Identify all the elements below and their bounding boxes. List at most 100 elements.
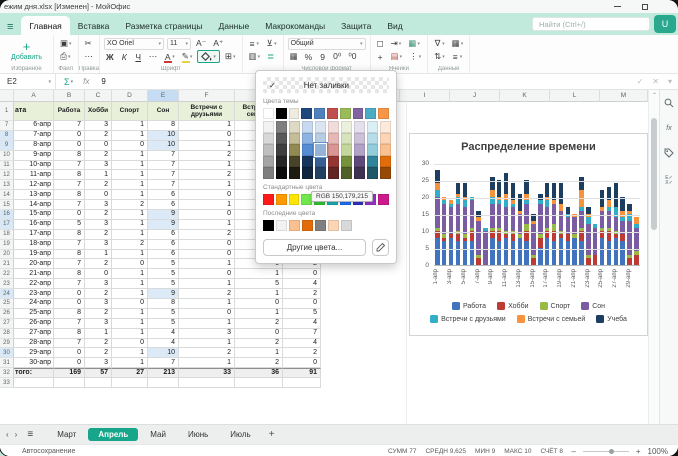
table-cell[interactable]: 23-апр bbox=[14, 289, 54, 299]
currency-format-button[interactable]: ▦ bbox=[288, 51, 300, 63]
theme-tint-swatch[interactable] bbox=[328, 156, 339, 168]
theme-tint-swatch[interactable] bbox=[302, 156, 313, 168]
table-cell[interactable]: 9 bbox=[148, 289, 179, 299]
theme-tint-swatch[interactable] bbox=[315, 121, 326, 133]
theme-color-swatch[interactable] bbox=[314, 108, 325, 119]
table-cell[interactable]: 1 bbox=[179, 259, 235, 269]
no-fill-option[interactable]: ✓ Нет заливки bbox=[263, 77, 389, 93]
table-cell[interactable]: 169 bbox=[54, 368, 85, 378]
table-cell[interactable]: 0 bbox=[283, 269, 321, 279]
table-cell[interactable]: 0 bbox=[283, 358, 321, 368]
font-family-select[interactable]: XO Oriel▾ bbox=[104, 38, 164, 50]
table-cell[interactable]: 0 bbox=[54, 289, 85, 299]
table-cell[interactable]: 1 bbox=[179, 339, 235, 349]
sheet-tab[interactable]: Май bbox=[140, 428, 176, 441]
menu-tab[interactable]: Данные bbox=[211, 17, 258, 35]
table-cell[interactable]: 29-апр bbox=[14, 348, 54, 358]
table-cell[interactable]: 8 bbox=[54, 250, 85, 260]
table-cell[interactable]: 1 bbox=[112, 348, 148, 358]
table-cell[interactable]: 1 bbox=[179, 161, 235, 171]
theme-tint-swatch[interactable] bbox=[276, 167, 287, 179]
table-cell[interactable]: 25-апр bbox=[14, 309, 54, 319]
column-header-M[interactable]: M bbox=[600, 90, 648, 102]
table-cell[interactable]: 213 bbox=[148, 368, 179, 378]
table-cell[interactable] bbox=[85, 378, 112, 388]
row-header-24[interactable]: 24 bbox=[0, 289, 14, 299]
row-header-14[interactable]: 14 bbox=[0, 190, 14, 200]
table-cell[interactable]: 3 bbox=[85, 358, 112, 368]
table-cell[interactable]: 5 bbox=[235, 279, 283, 289]
table-cell[interactable]: 15-апр bbox=[14, 210, 54, 220]
theme-color-swatch[interactable] bbox=[289, 108, 300, 119]
table-cell[interactable]: 2 bbox=[112, 240, 148, 250]
table-cell[interactable]: 2 bbox=[85, 348, 112, 358]
table-cell[interactable]: 1 bbox=[112, 319, 148, 329]
theme-tint-swatch[interactable] bbox=[367, 156, 378, 168]
theme-tint-swatch[interactable] bbox=[289, 167, 300, 179]
menu-tab[interactable]: Разметка страницы bbox=[117, 17, 210, 35]
table-cell[interactable]: 0 bbox=[54, 131, 85, 141]
table-cell[interactable]: 2 bbox=[179, 230, 235, 240]
table-cell[interactable]: 0 bbox=[85, 141, 112, 151]
table-cell[interactable]: 8 bbox=[54, 190, 85, 200]
recent-color-swatch[interactable] bbox=[328, 220, 339, 231]
table-cell[interactable]: 2 bbox=[85, 230, 112, 240]
column-header-B[interactable]: B bbox=[54, 90, 85, 102]
table-cell[interactable]: 22-апр bbox=[14, 279, 54, 289]
table-cell[interactable]: 10 bbox=[148, 348, 179, 358]
formula-input[interactable]: 9 bbox=[101, 77, 105, 86]
theme-tint-swatch[interactable] bbox=[354, 121, 365, 133]
table-cell[interactable]: 2 bbox=[85, 131, 112, 141]
table-cell[interactable]: 0 bbox=[54, 299, 85, 309]
theme-tint-swatch[interactable] bbox=[276, 133, 287, 145]
increase-decimal-button[interactable]: 0⁰ bbox=[331, 51, 343, 63]
table-cell[interactable]: 1 bbox=[179, 319, 235, 329]
table-cell[interactable]: 8 bbox=[54, 230, 85, 240]
recent-color-swatch[interactable] bbox=[263, 220, 274, 231]
column-header-C[interactable]: C bbox=[85, 90, 112, 102]
table-cell[interactable]: 0 bbox=[112, 141, 148, 151]
table-cell[interactable]: 0 bbox=[112, 299, 148, 309]
vertical-scrollbar[interactable]: ⌃ bbox=[648, 90, 659, 424]
column-header-L[interactable]: L bbox=[550, 90, 600, 102]
table-cell[interactable]: 1 bbox=[179, 200, 235, 210]
table-cell[interactable]: 1 bbox=[179, 141, 235, 151]
table-cell[interactable]: 2 bbox=[85, 180, 112, 190]
maximize-button[interactable] bbox=[640, 2, 650, 12]
theme-color-swatch[interactable] bbox=[301, 108, 312, 119]
prev-sheet-icon[interactable]: ‹ bbox=[6, 430, 9, 439]
table-cell[interactable]: 7-апр bbox=[14, 131, 54, 141]
table-cell[interactable] bbox=[14, 378, 54, 388]
table-cell[interactable]: 2 bbox=[85, 309, 112, 319]
hamburger-menu-icon[interactable]: ≡ bbox=[7, 22, 13, 32]
add-sheet-button[interactable]: + bbox=[269, 429, 275, 440]
cell-reference-box[interactable]: E2 ▾ bbox=[0, 74, 56, 89]
table-cell[interactable]: 11-апр bbox=[14, 170, 54, 180]
font-color-button[interactable]: A▾ bbox=[162, 51, 177, 63]
expand-formula-bar-icon[interactable]: ▾ bbox=[668, 77, 672, 86]
pivot-table-button[interactable]: ▦▾ bbox=[450, 38, 466, 50]
table-cell[interactable]: 1 bbox=[112, 358, 148, 368]
standard-color-swatch[interactable] bbox=[276, 194, 287, 205]
table-cell[interactable]: 26-апр bbox=[14, 319, 54, 329]
table-cell[interactable]: 7 bbox=[54, 121, 85, 131]
sheet-tab[interactable]: Июнь bbox=[178, 428, 218, 441]
table-cell[interactable]: 0 bbox=[54, 358, 85, 368]
table-cell[interactable]: 1 bbox=[179, 220, 235, 230]
table-cell[interactable]: 1 bbox=[179, 180, 235, 190]
table-cell[interactable]: 10 bbox=[148, 141, 179, 151]
decrease-font-button[interactable]: A⁻ bbox=[194, 38, 208, 50]
table-cell[interactable]: 0 bbox=[112, 339, 148, 349]
confirm-entry-icon[interactable]: ✓ bbox=[637, 77, 644, 86]
cut-button[interactable]: ✂ bbox=[83, 38, 94, 50]
column-header-K[interactable]: K bbox=[500, 90, 550, 102]
delete-cells-button[interactable]: ▤▾ bbox=[389, 51, 405, 63]
table-cell[interactable]: 5 bbox=[148, 319, 179, 329]
decrease-decimal-button[interactable]: ⁰0 bbox=[346, 51, 358, 63]
table-cell[interactable]: 3 bbox=[85, 220, 112, 230]
user-avatar-button[interactable]: U bbox=[654, 15, 676, 33]
theme-tint-swatch[interactable] bbox=[302, 144, 313, 156]
theme-tint-swatch[interactable] bbox=[341, 144, 352, 156]
table-cell[interactable]: 2 bbox=[85, 210, 112, 220]
table-cell[interactable]: 0 bbox=[179, 210, 235, 220]
